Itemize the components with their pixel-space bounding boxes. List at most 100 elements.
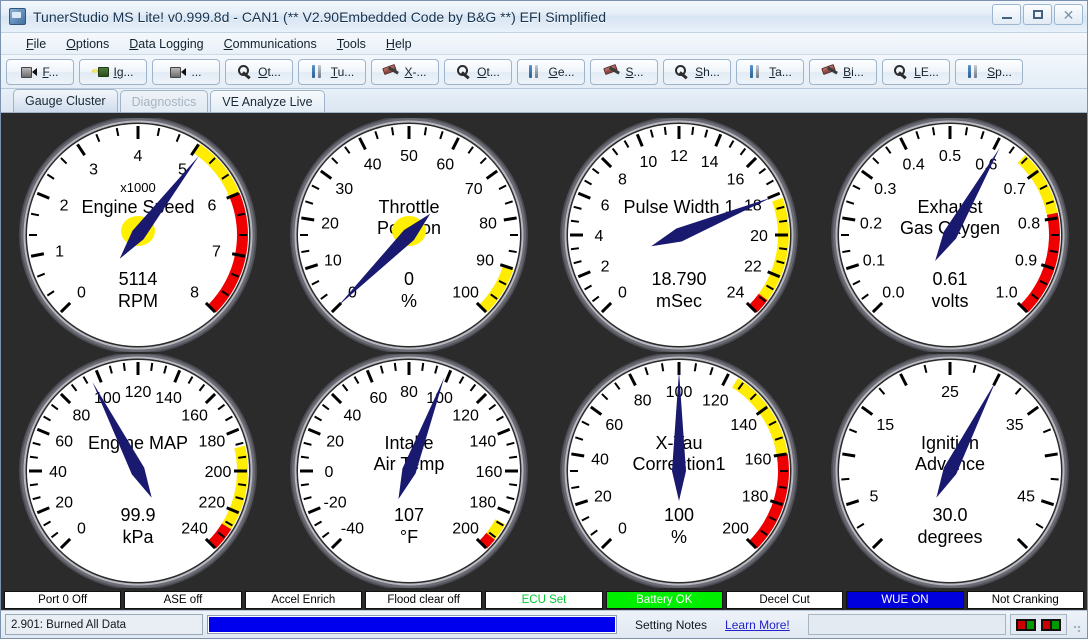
svg-text:60: 60 [369, 390, 387, 407]
svg-text:0: 0 [404, 269, 414, 289]
status-indicator-accel-enrich[interactable]: Accel Enrich [244, 590, 362, 609]
gauge-x-tau-correction1[interactable]: 020406080100120140160180200X-TauCorrecti… [544, 353, 815, 589]
menu-item-options[interactable]: Options [57, 35, 118, 53]
svg-text:180: 180 [742, 489, 769, 506]
tab-gauge-cluster[interactable]: Gauge Cluster [13, 89, 118, 112]
toolbar-button-4[interactable]: Tu... [298, 58, 366, 85]
status-indicator-flood-clear-off[interactable]: Flood clear off [364, 590, 483, 609]
svg-text:140: 140 [731, 417, 758, 434]
status-indicator-label: ASE off [163, 593, 203, 606]
toolbar-button-label: Ge... [548, 64, 575, 79]
gauge-pulse-width-1[interactable]: 024681012141618202224Pulse Width 118.790… [544, 117, 815, 353]
svg-text:10: 10 [640, 154, 658, 171]
gauge-engine-map[interactable]: 0 20 40 60 80 100 120 140 160 180 200 220 240 Engine … [3, 353, 274, 589]
status-indicator-ase-off[interactable]: ASE off [124, 590, 242, 609]
svg-text:45: 45 [1017, 489, 1035, 506]
toolbar-button-6[interactable]: Ot... [444, 58, 512, 85]
svg-text:20: 20 [750, 228, 768, 245]
status-indicator-label: Decel Cut [759, 593, 810, 606]
window-controls: ✕ [992, 4, 1083, 25]
status-indicator-label: Flood clear off [387, 593, 460, 606]
svg-text:99.9: 99.9 [121, 505, 156, 525]
wrench-icon [456, 64, 473, 79]
svg-text:80: 80 [479, 215, 497, 232]
maximize-button[interactable] [1023, 4, 1052, 25]
svg-text:24: 24 [727, 285, 745, 302]
svg-text:12: 12 [670, 148, 688, 165]
bottom-spacer [807, 614, 1006, 635]
tab-strip: Gauge Cluster Diagnostics VE Analyze Live [1, 89, 1087, 113]
svg-text:0.0: 0.0 [882, 285, 904, 302]
toolbar-button-1[interactable]: Ig... [79, 58, 147, 85]
status-indicator-wue-on[interactable]: WUE ON [846, 590, 964, 609]
close-icon[interactable]: ✕ [1054, 4, 1083, 25]
toolbar-button-12[interactable]: LE... [882, 58, 950, 85]
status-indicator-label: Not Cranking [991, 593, 1059, 606]
notes-area: Setting Notes Learn More! [621, 614, 804, 635]
toolbar-button-7[interactable]: Ge... [517, 58, 585, 85]
svg-text:100: 100 [452, 285, 479, 302]
svg-text:107: 107 [394, 505, 424, 525]
status-indicator-ecu-set[interactable]: ECU Set [485, 590, 603, 609]
svg-text:160: 160 [181, 407, 208, 424]
menu-item-file[interactable]: File [17, 35, 55, 53]
svg-text:15: 15 [876, 417, 894, 434]
burn-icon [21, 64, 38, 79]
gauge-exhaust-gas-oxygen[interactable]: 0.0 0.1 0.2 0.3 0.4 0.5 0.6 0.7 0.8 0.9 1.0 Exhaust… [815, 117, 1086, 353]
toolbar-button-label: F... [42, 64, 59, 79]
gauge-dial: 0102030405060708090100ThrottlePosition0% [285, 118, 533, 352]
status-indicator-battery-ok[interactable]: Battery OK [605, 590, 723, 609]
gauge-engine-speed[interactable]: 0 1 2 3 4 5 6 7 8 Engine Speed x1000 5114 RPM [3, 117, 274, 353]
menu-item-tools[interactable]: Tools [328, 35, 375, 53]
toolbar-button-label: Sh... [695, 64, 720, 79]
status-indicator-row: Port 0 Off ASE off Accel Enrich Flood clear… [1, 589, 1087, 610]
progress-bar [207, 615, 617, 634]
status-indicator-label: WUE ON [881, 593, 929, 606]
toolbar-button-13[interactable]: Sp... [955, 58, 1023, 85]
status-indicator-not-cranking[interactable]: Not Cranking [966, 590, 1084, 609]
svg-text:18.790: 18.790 [652, 269, 707, 289]
svg-text:22: 22 [744, 259, 762, 276]
learn-more-link[interactable]: Learn More! [725, 618, 790, 632]
svg-text:0: 0 [618, 521, 627, 538]
svg-text:0.8: 0.8 [1018, 215, 1040, 232]
toolbar-button-label: ... [191, 64, 202, 79]
menu-item-help[interactable]: Help [377, 35, 421, 53]
toolbar-button-10[interactable]: Ta... [736, 58, 804, 85]
gauge-throttle-position[interactable]: 0102030405060708090100ThrottlePosition0% [274, 117, 545, 353]
led-red-icon [1018, 620, 1025, 629]
tab-ve-analyze-live[interactable]: VE Analyze Live [210, 90, 325, 112]
gauge-ignition-advance[interactable]: 515253545IgnitionAdvance30.0degrees [815, 353, 1086, 589]
toolbar-button-5[interactable]: X-... [371, 58, 439, 85]
toolbar-button-2[interactable]: ... [152, 58, 220, 85]
toolbar-button-8[interactable]: S... [590, 58, 658, 85]
svg-text:0.61: 0.61 [932, 269, 967, 289]
toolbar-button-0[interactable]: F... [6, 58, 74, 85]
svg-text:40: 40 [364, 157, 382, 174]
status-indicator-label: ECU Set [521, 593, 567, 606]
toolbar-button-9[interactable]: Sh... [663, 58, 731, 85]
toolbar-button-label: Sp... [987, 64, 1012, 79]
svg-text:0.4: 0.4 [902, 157, 924, 174]
toolbar: F... Ig...... Ot... Tu... X-... Ot... Ge... S..… [1, 55, 1087, 89]
status-indicator-port-0-off[interactable]: Port 0 Off [4, 590, 122, 609]
gauge-intake-air-temp[interactable]: -40 -20 0 20 40 60 80 100 120 140 160 180 200 Intake A… [274, 353, 545, 589]
burn-icon [170, 64, 187, 79]
svg-text:60: 60 [55, 433, 73, 450]
svg-text:2: 2 [60, 197, 69, 214]
status-indicator-decel-cut[interactable]: Decel Cut [725, 590, 844, 609]
menu-item-communications[interactable]: Communications [215, 35, 326, 53]
svg-text:20: 20 [55, 495, 73, 512]
tools-icon [310, 64, 327, 79]
svg-text:%: % [401, 291, 417, 311]
menu-item-data-logging[interactable]: Data Logging [120, 35, 212, 53]
toolbar-button-11[interactable]: Bi... [809, 58, 877, 85]
svg-text:80: 80 [73, 407, 91, 424]
resize-grip[interactable] [1071, 614, 1083, 635]
svg-text:5114: 5114 [119, 269, 158, 289]
toolbar-button-3[interactable]: Ot... [225, 58, 293, 85]
svg-text:°F: °F [400, 527, 418, 547]
gauge-dial: 0.0 0.1 0.2 0.3 0.4 0.5 0.6 0.7 0.8 0.9 1.0 Exhaust… [826, 118, 1074, 352]
svg-text:0.2: 0.2 [860, 215, 882, 232]
minimize-button[interactable] [992, 4, 1021, 25]
